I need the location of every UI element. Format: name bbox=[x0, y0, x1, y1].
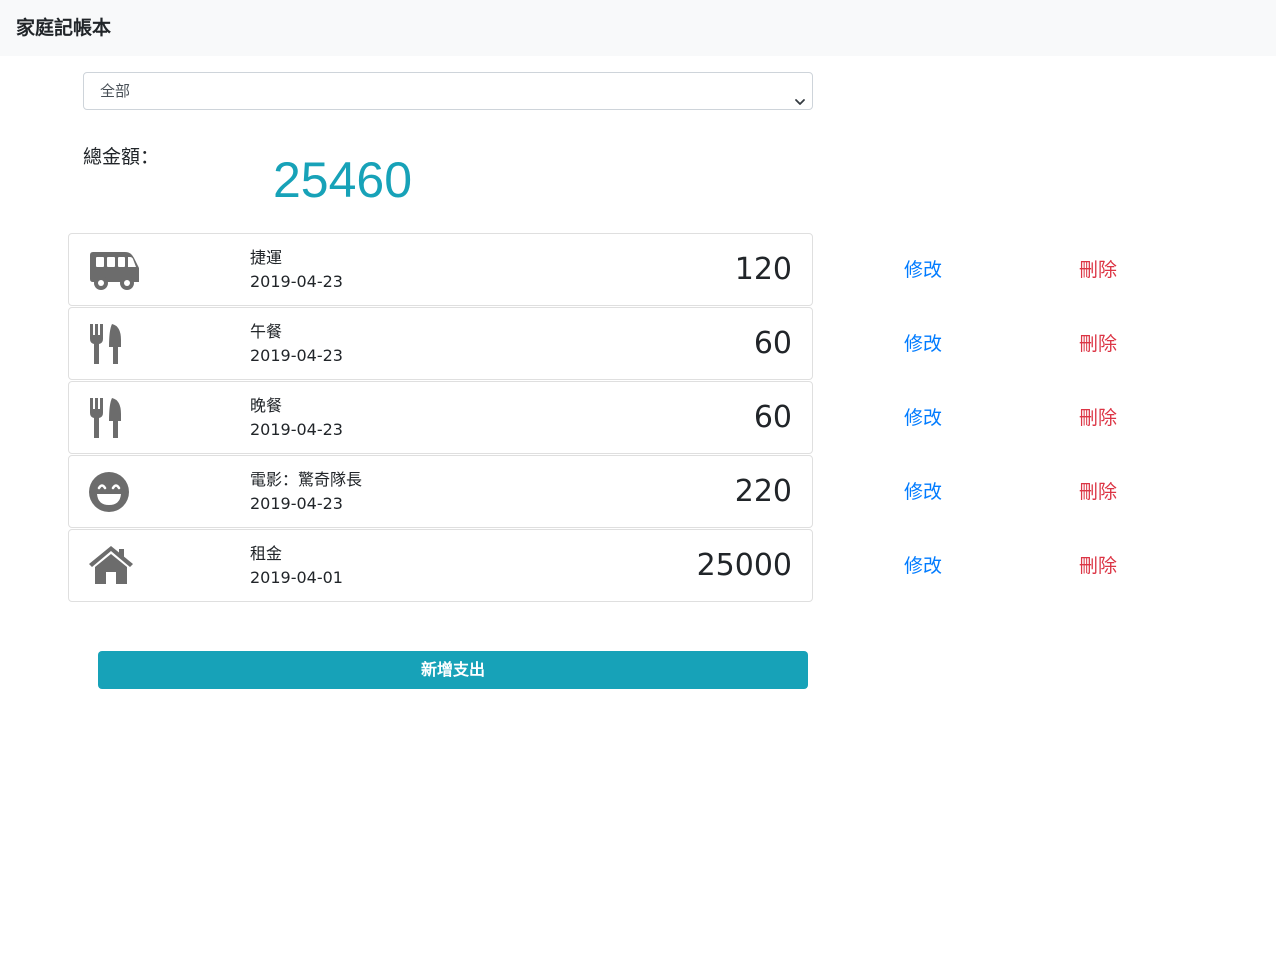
expense-row: 電影：驚奇隊長 2019-04-23 220 bbox=[68, 455, 813, 528]
delete-button[interactable]: 刪除 bbox=[1079, 553, 1117, 579]
filter-selected-value: 全部 bbox=[100, 82, 131, 100]
expense-row: 晚餐 2019-04-23 60 bbox=[68, 381, 813, 454]
expense-name: 晚餐 bbox=[250, 396, 283, 415]
expense-name: 捷運 bbox=[250, 248, 283, 267]
expense-name: 租金 bbox=[250, 544, 283, 563]
expense-row: 午餐 2019-04-23 60 bbox=[68, 307, 813, 380]
category-filter-select[interactable]: 全部 bbox=[83, 72, 813, 110]
expense-date: 2019-04-23 bbox=[250, 346, 343, 365]
expense-name: 電影：驚奇隊長 bbox=[250, 470, 363, 489]
expense-date: 2019-04-23 bbox=[250, 420, 343, 439]
app-brand[interactable]: 家庭記帳本 bbox=[16, 15, 111, 41]
delete-button[interactable]: 刪除 bbox=[1079, 405, 1117, 431]
smile-icon bbox=[87, 468, 143, 516]
expense-amount: 60 bbox=[753, 326, 792, 361]
navbar: 家庭記帳本 bbox=[0, 0, 1276, 56]
edit-button[interactable]: 修改 bbox=[904, 331, 942, 357]
home-icon bbox=[87, 542, 143, 590]
total-label: 總金額： bbox=[83, 146, 160, 168]
edit-button[interactable]: 修改 bbox=[904, 257, 942, 283]
utensils-icon bbox=[87, 320, 143, 368]
expense-amount: 120 bbox=[734, 252, 792, 287]
expense-row: 捷運 2019-04-23 120 bbox=[68, 233, 813, 306]
expense-name: 午餐 bbox=[250, 322, 283, 341]
chevron-down-icon bbox=[794, 85, 806, 105]
add-expense-button[interactable]: 新增支出 bbox=[98, 651, 808, 689]
expense-amount: 60 bbox=[753, 400, 792, 435]
delete-button[interactable]: 刪除 bbox=[1079, 331, 1117, 357]
bus-icon bbox=[87, 246, 143, 294]
utensils-icon bbox=[87, 394, 143, 442]
expense-date: 2019-04-01 bbox=[250, 568, 343, 587]
delete-button[interactable]: 刪除 bbox=[1079, 257, 1117, 283]
delete-button[interactable]: 刪除 bbox=[1079, 479, 1117, 505]
edit-button[interactable]: 修改 bbox=[904, 479, 942, 505]
expense-date: 2019-04-23 bbox=[250, 494, 343, 513]
expense-amount: 220 bbox=[734, 474, 792, 509]
expense-date: 2019-04-23 bbox=[250, 272, 343, 291]
expense-amount: 25000 bbox=[696, 548, 792, 583]
edit-button[interactable]: 修改 bbox=[904, 553, 942, 579]
edit-button[interactable]: 修改 bbox=[904, 405, 942, 431]
expense-row: 租金 2019-04-01 25000 bbox=[68, 529, 813, 602]
total-amount: 25460 bbox=[273, 152, 413, 208]
